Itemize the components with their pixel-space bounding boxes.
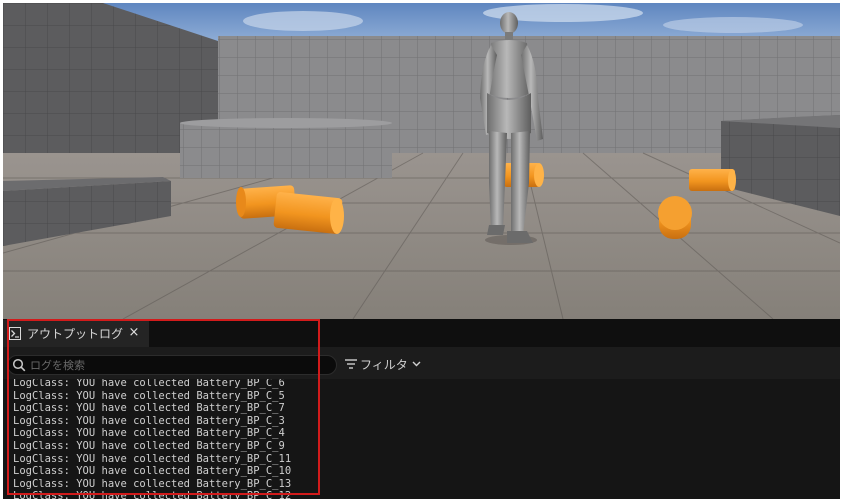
search-icon: [12, 358, 26, 372]
tab-output-log[interactable]: アウトプットログ ×: [3, 320, 149, 347]
filter-label: フィルタ: [360, 357, 408, 372]
log-output-area[interactable]: LogClass: YOU have collected Battery_BP_…: [3, 379, 840, 499]
cylinder-5: [658, 196, 692, 239]
chevron-down-icon: [412, 361, 421, 367]
viewport-scene: [3, 3, 840, 319]
filter-icon: [345, 359, 357, 369]
log-line: LogClass: YOU have collected Battery_BP_…: [13, 490, 292, 499]
cylinder-2: [273, 192, 344, 234]
close-icon[interactable]: ×: [127, 324, 141, 342]
tab-bar: アウトプットログ ×: [3, 319, 840, 347]
log-line: LogClass: YOU have collected Battery_BP_…: [13, 477, 292, 490]
log-lines: LogClass: YOU have collected Battery_BP_…: [13, 379, 291, 499]
log-search-input[interactable]: [30, 357, 326, 373]
cylinder-4: [689, 169, 736, 191]
log-line: LogClass: YOU have collected Battery_BP_…: [13, 452, 292, 465]
level-viewport[interactable]: [3, 3, 840, 319]
log-line: LogClass: YOU have collected Battery_BP_…: [13, 379, 285, 389]
log-line: LogClass: YOU have collected Battery_BP_…: [13, 465, 292, 478]
log-line: LogClass: YOU have collected Battery_BP_…: [13, 427, 285, 440]
filter-dropdown[interactable]: フィルタ: [345, 354, 421, 374]
editor-frame: アウトプットログ × フィルタ: [3, 3, 840, 499]
log-line: LogClass: YOU have collected Battery_BP_…: [13, 402, 285, 415]
log-line: LogClass: YOU have collected Battery_BP_…: [13, 439, 285, 452]
log-line: LogClass: YOU have collected Battery_BP_…: [13, 389, 285, 402]
log-toolbar: フィルタ: [3, 347, 840, 379]
output-log-panel: アウトプットログ × フィルタ: [3, 319, 840, 499]
log-search-box[interactable]: [7, 355, 337, 375]
tab-output-log-label: アウトプットログ: [27, 327, 124, 341]
output-log-icon: [9, 327, 21, 340]
log-line: LogClass: YOU have collected Battery_BP_…: [13, 414, 285, 427]
